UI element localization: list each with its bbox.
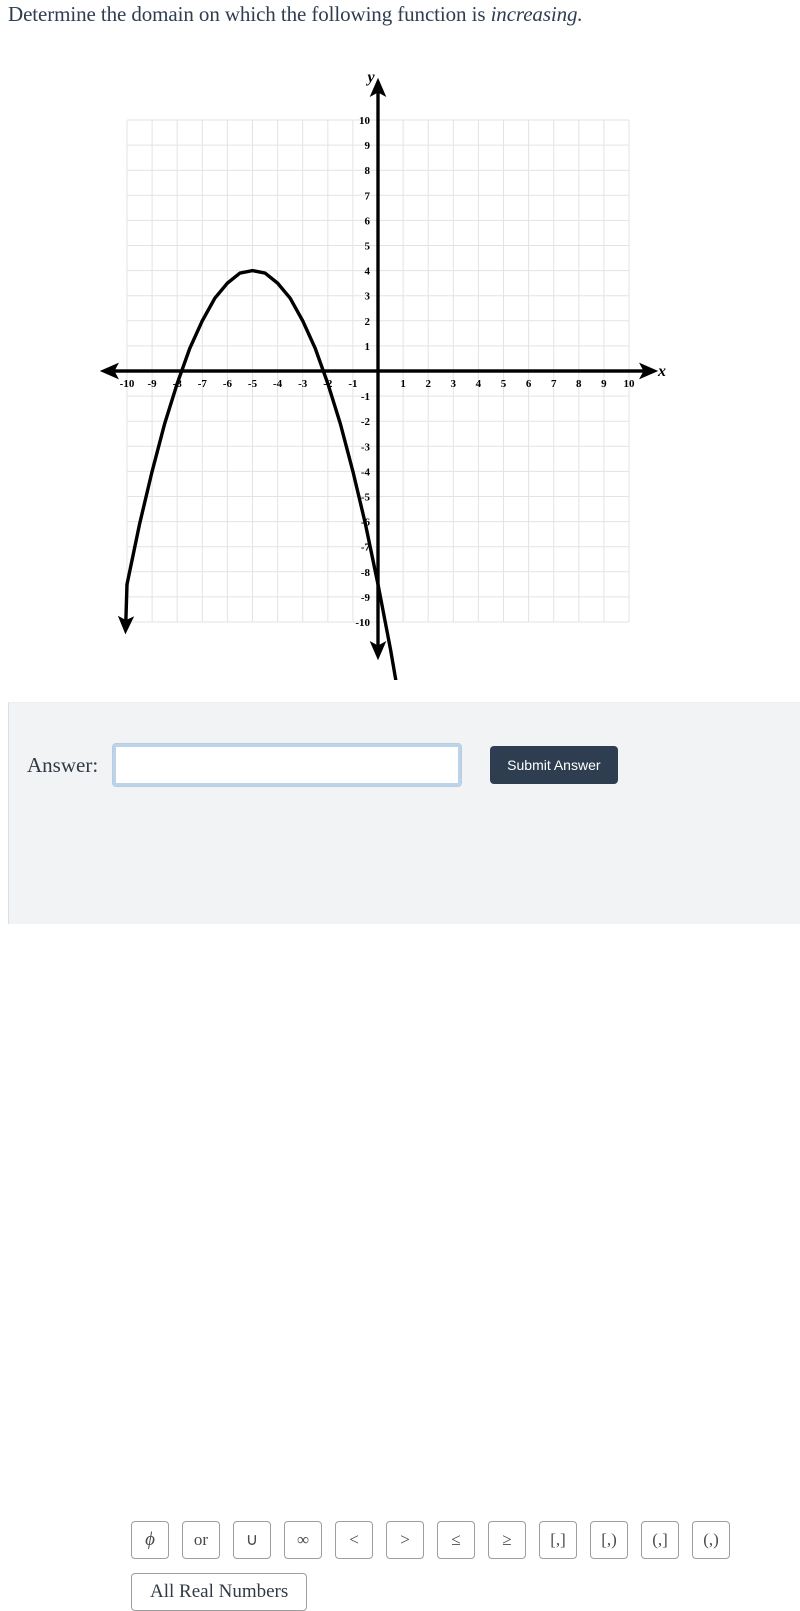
all-real-numbers-button[interactable]: All Real Numbers [131,1573,308,1611]
y-tick-label: 7 [365,190,371,202]
y-tick-label: -4 [361,466,371,478]
x-tick-label: -6 [223,378,233,390]
x-tick-label: -7 [198,378,208,390]
keypad-key-or[interactable]: or [182,1521,220,1559]
curve-arrow-left [117,584,135,635]
y-tick-label: 1 [365,341,371,353]
x-tick-label: -10 [120,378,135,390]
question-text: Determine the domain on which the follow… [8,2,491,26]
keypad-key-greater-equal[interactable]: ≥ [488,1521,526,1559]
y-tick-label: -3 [361,441,371,453]
keypad-key-infinity[interactable]: ∞ [284,1521,322,1559]
answer-input[interactable] [112,743,463,787]
answer-row: Answer: Submit Answer [27,743,618,787]
x-tick-label: 4 [476,378,482,390]
y-tick-label: 9 [365,140,371,152]
graph-axes [99,77,659,661]
x-axis-label: x [657,363,666,380]
x-tick-label: 9 [601,378,607,390]
answer-label: Answer: [27,752,99,777]
x-tick-label: -4 [273,378,283,390]
x-tick-label: 2 [425,378,431,390]
keypad-key-greater-than[interactable]: > [386,1521,424,1559]
keypad-key-open-interval[interactable]: (,) [692,1521,730,1559]
x-tick-label: -9 [148,378,158,390]
y-tick-label: 4 [365,266,371,278]
x-tick-label: 7 [551,378,557,390]
question-emphasis: increasing. [490,2,583,26]
x-tick-label: -1 [348,378,357,390]
y-tick-label: 5 [365,241,371,253]
y-tick-label: 2 [365,316,371,328]
y-tick-label: 3 [365,291,371,303]
submit-answer-button[interactable]: Submit Answer [490,746,618,784]
y-tick-label: 10 [359,115,371,127]
answer-panel: Answer: Submit Answer ϕ or ∪ ∞ < > ≤ ≥ [,] [,) (,]… [8,702,800,1611]
y-tick-label: -1 [361,391,370,403]
y-tick-label: 6 [365,215,371,227]
x-tick-label: 5 [501,378,507,390]
x-tick-label: 8 [576,378,582,390]
page-title: Determine the domain on which the follow… [8,2,798,27]
keypad-key-less-than[interactable]: < [335,1521,373,1559]
y-axis-label: y [365,69,375,86]
y-tick-label: -8 [361,567,371,579]
keypad-key-union[interactable]: ∪ [233,1521,271,1559]
x-tick-label: 3 [451,378,457,390]
x-tick-label: 1 [400,378,406,390]
y-tick-label: -9 [361,592,371,604]
keypad-key-phi[interactable]: ϕ [131,1521,169,1559]
y-tick-label: -5 [361,492,371,504]
keypad-key-closed-interval[interactable]: [,] [539,1521,577,1559]
x-tick-label: 6 [526,378,532,390]
y-tick-label: -10 [355,617,370,629]
function-graph: -10 -9 -8 -7 -6 -5 -4 -3 -2 -1 1 2 3 4 5 6 7 8 9 10 10 9 8 7 6 5… [0,60,800,680]
y-tick-label: 8 [365,165,371,177]
graph-svg: -10 -9 -8 -7 -6 -5 -4 -3 -2 -1 1 2 3 4 5 6 7 8 9 10 10 9 8 7 6 5… [99,69,666,680]
all-real-numbers-row: All Real Numbers [131,1573,308,1611]
keypad-key-left-closed-interval[interactable]: [,) [590,1521,628,1559]
symbol-keypad: ϕ or ∪ ∞ < > ≤ ≥ [,] [,) (,] (,) [131,1521,730,1559]
x-tick-label: 10 [624,378,636,390]
x-tick-label: -3 [298,378,308,390]
y-tick-label: -2 [361,416,371,428]
x-tick-label: -5 [248,378,258,390]
keypad-key-less-equal[interactable]: ≤ [437,1521,475,1559]
keypad-key-right-closed-interval[interactable]: (,] [641,1521,679,1559]
